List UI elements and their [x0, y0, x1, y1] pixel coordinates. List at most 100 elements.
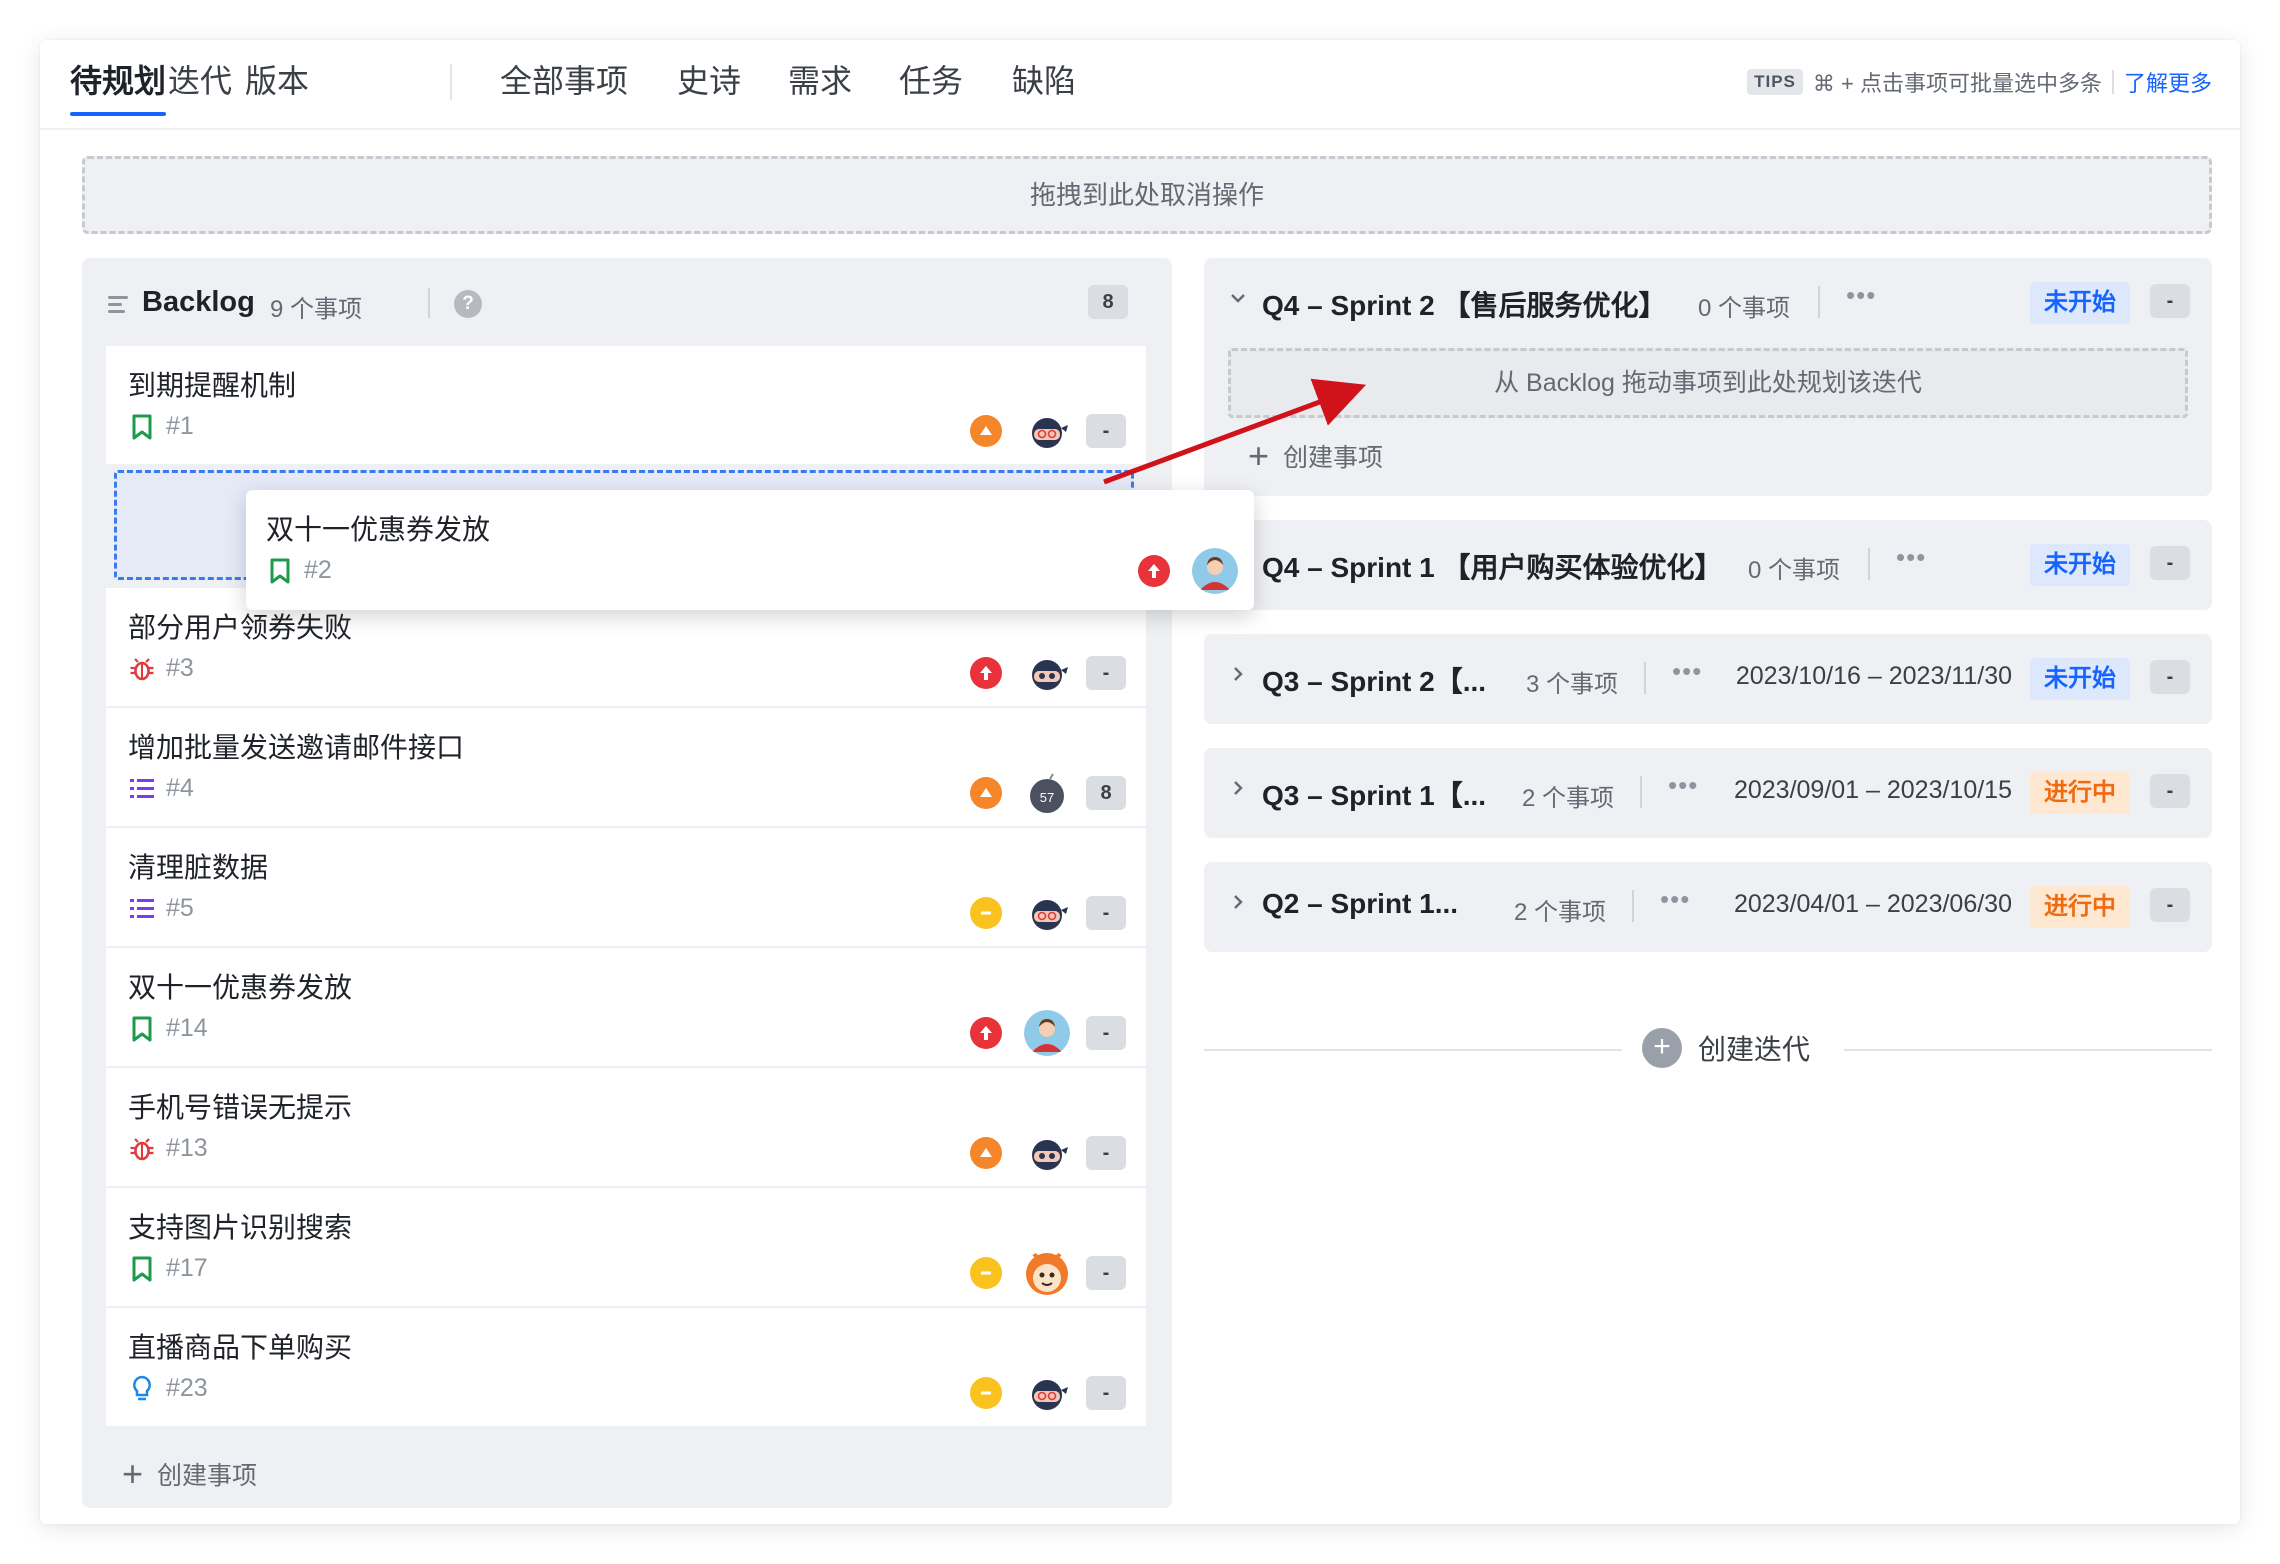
backlog-create-item-button[interactable]: + 创建事项 — [122, 1456, 257, 1492]
more-icon[interactable]: ••• — [1896, 542, 1926, 573]
story-points[interactable]: - — [2150, 774, 2190, 808]
priority-low-icon[interactable] — [970, 1257, 1002, 1289]
chevron-right-icon[interactable] — [1228, 778, 1248, 798]
backlog-item[interactable]: 到期提醒机制 #1 - — [106, 346, 1146, 466]
tips-divider — [2111, 70, 2114, 94]
help-icon[interactable]: ? — [454, 290, 482, 318]
more-icon[interactable]: ••• — [1672, 656, 1702, 687]
backlog-title: Backlog — [142, 286, 255, 318]
priority-low-icon[interactable] — [970, 897, 1002, 929]
story-points[interactable]: - — [1086, 896, 1126, 930]
avatar[interactable] — [1024, 408, 1070, 454]
backlog-item[interactable]: 双十一优惠券发放 #14 - — [106, 948, 1146, 1068]
tab-backlog-planning[interactable]: 待规划 — [70, 58, 167, 116]
backlog-item[interactable]: 增加批量发送邀请邮件接口 #4 57 8 — [106, 708, 1146, 828]
avatar[interactable]: 57 — [1024, 770, 1070, 816]
avatar[interactable] — [1024, 650, 1070, 696]
backlog-item[interactable]: 清理脏数据 #5 - — [106, 828, 1146, 948]
story-points[interactable]: - — [1086, 1256, 1126, 1290]
status-badge[interactable]: 进行中 — [2030, 886, 2130, 928]
item-id: #14 — [166, 1014, 208, 1042]
list-icon[interactable] — [108, 296, 128, 317]
backlog-item[interactable]: 直播商品下单购买 #23 - — [106, 1308, 1146, 1428]
tab-sprints[interactable]: 迭代 — [168, 58, 232, 114]
priority-medium-icon[interactable] — [970, 777, 1002, 809]
tab-epics[interactable]: 史诗 — [677, 58, 741, 114]
chevron-down-icon[interactable] — [1228, 288, 1248, 308]
sprint-card[interactable]: Q2 – Sprint 1... 2 个事项 ••• 2023/04/01 – … — [1204, 862, 2212, 952]
status-badge[interactable]: 未开始 — [2030, 544, 2130, 586]
tab-bugs[interactable]: 缺陷 — [1012, 58, 1076, 114]
story-points[interactable]: 8 — [1086, 776, 1126, 810]
more-icon[interactable]: ••• — [1668, 770, 1698, 801]
story-points[interactable]: - — [1086, 1376, 1126, 1410]
sprint-name: Q4 – Sprint 1 【用户购买体验优化】 — [1262, 552, 1723, 583]
priority-high-icon[interactable] — [970, 1017, 1002, 1049]
dragged-item-card[interactable]: 双十一优惠券发放 #2 — [246, 490, 1254, 610]
status-badge[interactable]: 未开始 — [2030, 658, 2130, 700]
item-title: 双十一优惠券发放 — [266, 514, 491, 545]
status-badge[interactable]: 未开始 — [2030, 282, 2130, 324]
avatar-number: 57 — [1040, 790, 1054, 805]
sprint-dates: 2023/09/01 – 2023/10/15 — [1733, 776, 2012, 804]
tips-text: ⌘ + 点击事项可批量选中多条 — [1812, 71, 2102, 96]
top-nav: 待规划 迭代 版本 全部事项 史诗 需求 任务 缺陷 TIPS ⌘ + 点击事项… — [40, 40, 2240, 130]
item-id: #13 — [166, 1134, 208, 1162]
backlog-item[interactable]: 支持图片识别搜索 #17 - — [106, 1188, 1146, 1308]
bookmark-icon — [128, 1255, 156, 1283]
tab-stories[interactable]: 需求 — [788, 58, 852, 114]
story-points[interactable]: - — [1086, 1016, 1126, 1050]
sprint-drop-zone[interactable]: 从 Backlog 拖动事项到此处规划该迭代 — [1228, 348, 2188, 418]
plus-circle-icon: + — [1642, 1028, 1682, 1068]
avatar[interactable] — [1024, 1010, 1070, 1056]
sprint-card[interactable]: Q3 – Sprint 2【... 3 个事项 ••• 2023/10/16 –… — [1204, 634, 2212, 724]
more-icon[interactable]: ••• — [1846, 280, 1876, 311]
sprint-count: 3 个事项 — [1526, 671, 1619, 698]
avatar[interactable] — [1024, 1130, 1070, 1176]
story-points[interactable]: - — [1086, 656, 1126, 690]
chevron-right-icon[interactable] — [1228, 664, 1248, 684]
avatar[interactable] — [1024, 1370, 1070, 1416]
tab-tasks[interactable]: 任务 — [899, 58, 963, 114]
story-points[interactable]: - — [1086, 1136, 1126, 1170]
sprint-card[interactable]: Q4 – Sprint 1 【用户购买体验优化】 0 个事项 ••• 未开始 - — [1204, 520, 2212, 610]
avatar[interactable] — [1024, 1250, 1070, 1296]
nav-divider — [450, 64, 452, 100]
divider-line — [1204, 1049, 1622, 1051]
backlog-item[interactable]: 手机号错误无提示 #13 - — [106, 1068, 1146, 1188]
priority-medium-icon[interactable] — [970, 415, 1002, 447]
story-points[interactable]: - — [1086, 414, 1126, 448]
status-badge[interactable]: 进行中 — [2030, 772, 2130, 814]
story-points[interactable]: - — [2150, 660, 2190, 694]
item-id: #17 — [166, 1254, 208, 1282]
create-sprint-button[interactable]: + 创建迭代 — [1642, 1028, 1810, 1068]
priority-low-icon[interactable] — [970, 1377, 1002, 1409]
avatar[interactable] — [1024, 890, 1070, 936]
item-id: #2 — [304, 556, 332, 584]
story-points[interactable]: - — [2150, 546, 2190, 580]
chevron-right-icon[interactable] — [1228, 892, 1248, 912]
sprint-divider — [1632, 890, 1634, 922]
tab-all-items[interactable]: 全部事项 — [500, 58, 628, 114]
avatar[interactable] — [1192, 548, 1238, 594]
learn-more-link[interactable]: 了解更多 — [2124, 66, 2212, 98]
item-title: 增加批量发送邀请邮件接口 — [128, 732, 465, 763]
item-id: #5 — [166, 894, 194, 922]
story-points[interactable]: - — [2150, 888, 2190, 922]
priority-high-icon[interactable] — [970, 657, 1002, 689]
task-list-icon — [128, 895, 156, 923]
item-id: #3 — [166, 654, 194, 682]
sprint-count: 0 个事项 — [1698, 295, 1791, 322]
sprint-card[interactable]: Q3 – Sprint 1【... 2 个事项 ••• 2023/09/01 –… — [1204, 748, 2212, 838]
item-title: 清理脏数据 — [128, 852, 269, 883]
priority-high-icon[interactable] — [1138, 555, 1170, 587]
sprint-card[interactable]: Q4 – Sprint 2 【售后服务优化】 0 个事项 ••• 未开始 - 从… — [1204, 258, 2212, 496]
tab-versions[interactable]: 版本 — [245, 58, 309, 114]
priority-medium-icon[interactable] — [970, 1137, 1002, 1169]
create-item-label: 创建事项 — [1283, 444, 1384, 472]
story-points[interactable]: - — [2150, 284, 2190, 318]
more-icon[interactable]: ••• — [1660, 884, 1690, 915]
sprint-create-item-button[interactable]: + 创建事项 — [1248, 438, 1383, 474]
cancel-drop-zone[interactable]: 拖拽到此处取消操作 — [82, 156, 2212, 234]
planning-board: 待规划 迭代 版本 全部事项 史诗 需求 任务 缺陷 TIPS ⌘ + 点击事项… — [40, 40, 2240, 1524]
